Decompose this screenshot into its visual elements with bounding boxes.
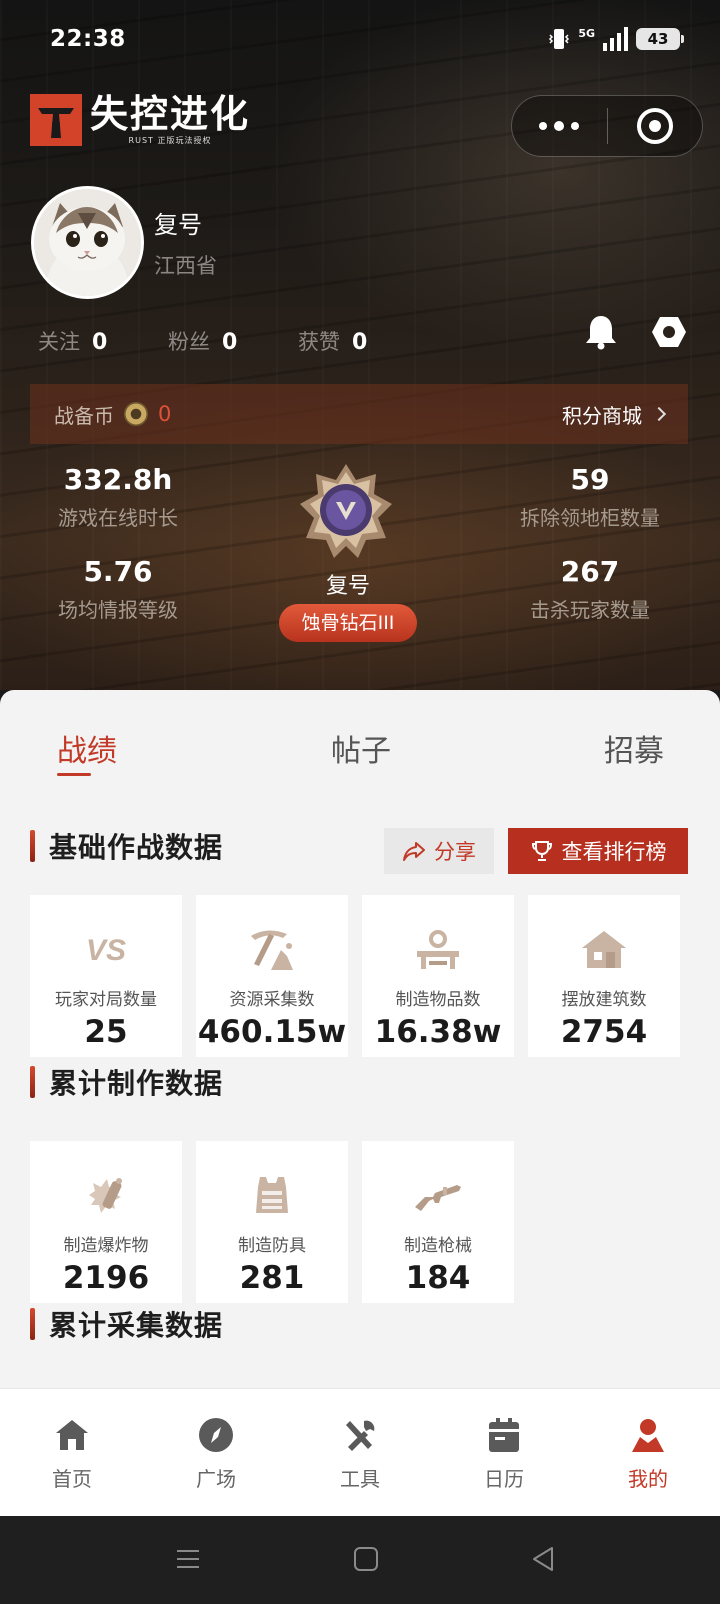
calendar-icon bbox=[432, 1415, 576, 1455]
chevron-right-icon bbox=[651, 406, 667, 422]
coin-label: 战备币 bbox=[54, 403, 114, 428]
stat-card-resources[interactable]: 资源采集数 460.15w bbox=[196, 895, 348, 1057]
tab-posts[interactable]: 帖子 bbox=[331, 726, 391, 770]
active-tab-indicator bbox=[57, 773, 91, 776]
rank-tier-badge[interactable]: 蚀骨钻石III bbox=[279, 604, 417, 642]
settings-icon[interactable] bbox=[651, 314, 687, 350]
avatar[interactable] bbox=[31, 186, 144, 299]
more-menu-button[interactable] bbox=[512, 121, 607, 131]
stat-card-explosives[interactable]: 制造爆炸物 2196 bbox=[30, 1141, 182, 1303]
stat-online-hours: 332.8h 游戏在线时长 bbox=[58, 463, 178, 530]
stat-card-buildings[interactable]: 摆放建筑数 2754 bbox=[528, 895, 680, 1057]
trophy-icon bbox=[531, 841, 552, 861]
stat-intel-level: 5.76 场均情报等级 bbox=[58, 555, 178, 622]
house-icon bbox=[528, 923, 680, 975]
rank-player-name: 复号 bbox=[325, 574, 370, 599]
stat-card-crafted-items[interactable]: 制造物品数 16.38w bbox=[362, 895, 514, 1057]
profile-header: 22:38 5G 43 失控进化 RUST 正版玩法授权 复号 江西省 关注 0… bbox=[0, 0, 720, 690]
share-button[interactable]: 分享 bbox=[384, 828, 494, 874]
nav-profile[interactable]: 我的 bbox=[576, 1389, 720, 1516]
bottom-nav: 首页 广场 工具 日历 我的 bbox=[0, 1388, 720, 1516]
stat-kills: 267 击杀玩家数量 bbox=[530, 555, 650, 622]
compass-icon bbox=[144, 1415, 288, 1455]
likes-count[interactable]: 获赞 0 bbox=[298, 326, 428, 356]
tab-recruit[interactable]: 招募 bbox=[604, 726, 664, 770]
points-mall-link[interactable]: 积分商城 bbox=[562, 400, 667, 429]
network-type: 5G bbox=[578, 26, 595, 40]
nav-square[interactable]: 广场 bbox=[144, 1389, 288, 1516]
section-accent-bar bbox=[30, 1066, 35, 1098]
home-icon bbox=[0, 1415, 144, 1455]
system-navigation-bar bbox=[0, 1516, 720, 1604]
workbench-icon bbox=[362, 923, 514, 975]
user-province: 江西省 bbox=[154, 254, 217, 278]
home-square-icon[interactable] bbox=[353, 1546, 379, 1572]
signal-icon bbox=[603, 27, 628, 51]
close-miniprogram-button[interactable] bbox=[608, 108, 703, 144]
app-logo: 失控进化 RUST 正版玩法授权 bbox=[30, 94, 250, 146]
logo-subtitle: RUST 正版玩法授权 bbox=[128, 136, 212, 145]
view-leaderboard-button[interactable]: 查看排行榜 bbox=[508, 828, 688, 874]
back-triangle-icon[interactable] bbox=[530, 1546, 556, 1572]
stat-card-matches[interactable]: VS 玩家对局数量 25 bbox=[30, 895, 182, 1057]
section-crafting: 累计制作数据 bbox=[30, 1062, 223, 1102]
nav-tools[interactable]: 工具 bbox=[288, 1389, 432, 1516]
status-bar: 22:38 5G 43 bbox=[0, 0, 720, 80]
coin-value: 0 bbox=[158, 402, 172, 426]
nav-calendar[interactable]: 日历 bbox=[432, 1389, 576, 1516]
tools-icon bbox=[288, 1415, 432, 1455]
profile-icon bbox=[576, 1415, 720, 1455]
section-accent-bar bbox=[30, 830, 35, 862]
rifle-icon bbox=[362, 1169, 514, 1221]
explosive-icon bbox=[30, 1169, 182, 1221]
pickaxe-icon bbox=[196, 923, 348, 975]
status-icons: 5G 43 bbox=[548, 26, 684, 51]
stat-card-firearms[interactable]: 制造枪械 184 bbox=[362, 1141, 514, 1303]
miniprogram-capsule bbox=[511, 95, 703, 157]
armor-vest-icon bbox=[196, 1169, 348, 1221]
username: 复号 bbox=[154, 211, 202, 239]
section-title: 累计采集数据 bbox=[49, 1309, 224, 1342]
tab-records[interactable]: 战绩 bbox=[57, 726, 117, 770]
vs-icon: VS bbox=[30, 923, 182, 975]
stat-card-armor[interactable]: 制造防具 281 bbox=[196, 1141, 348, 1303]
vibrate-icon bbox=[549, 29, 570, 49]
section-basic-combat: 基础作战数据 bbox=[30, 826, 223, 866]
followers-count[interactable]: 粉丝 0 bbox=[168, 326, 298, 356]
section-title: 基础作战数据 bbox=[49, 831, 224, 864]
section-title: 累计制作数据 bbox=[49, 1067, 224, 1100]
following-count[interactable]: 关注 0 bbox=[38, 326, 168, 356]
logo-mark-icon bbox=[30, 94, 82, 146]
share-icon bbox=[403, 842, 425, 861]
nav-home[interactable]: 首页 bbox=[0, 1389, 144, 1516]
coin-icon bbox=[124, 402, 148, 426]
target-icon bbox=[636, 108, 673, 144]
main-content: 战绩 帖子 招募 基础作战数据 分享 查看排行榜 VS 玩家对局数量 25 资源… bbox=[0, 690, 720, 1388]
battery-icon: 43 bbox=[636, 28, 684, 50]
rank-emblem-icon[interactable] bbox=[296, 462, 396, 562]
section-gathering: 累计采集数据 bbox=[30, 1304, 223, 1344]
menu-icon[interactable] bbox=[175, 1546, 201, 1572]
svg-text:VS: VS bbox=[86, 934, 126, 966]
logo-title: 失控进化 bbox=[90, 92, 251, 136]
stat-cabinets-destroyed: 59 拆除领地柜数量 bbox=[520, 463, 660, 530]
bell-icon[interactable] bbox=[584, 314, 618, 350]
coin-bar: 战备币 0 积分商城 bbox=[30, 384, 688, 444]
tab-bar: 战绩 帖子 招募 bbox=[0, 690, 720, 790]
social-counts: 关注 0 粉丝 0 获赞 0 bbox=[38, 326, 428, 356]
status-time: 22:38 bbox=[50, 26, 126, 52]
section-accent-bar bbox=[30, 1308, 35, 1340]
